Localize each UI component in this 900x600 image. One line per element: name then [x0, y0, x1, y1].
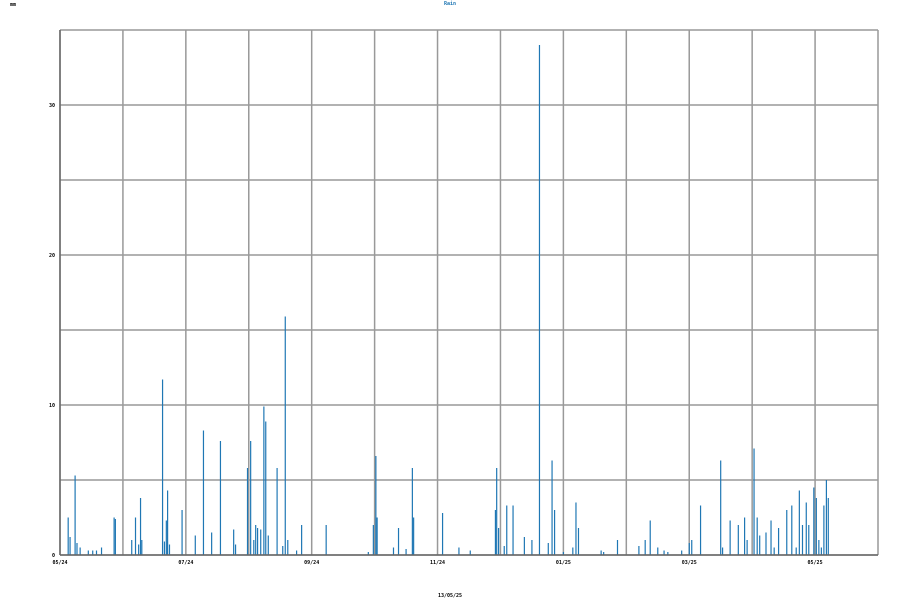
- x-tick-label: 03/25: [682, 560, 697, 566]
- y-tick-label: 0: [52, 553, 55, 559]
- x-tick-label: 05/25: [808, 560, 823, 566]
- y-tick-label: 20: [49, 253, 55, 259]
- y-tick-label: 30: [49, 103, 55, 109]
- x-tick-label: 07/24: [178, 560, 193, 566]
- y-tick-label: 10: [49, 403, 55, 409]
- x-tick-label: 01/25: [556, 560, 571, 566]
- x-tick-label: 05/24: [52, 560, 67, 566]
- y-tick-labels: 0 10 20 30: [49, 103, 55, 559]
- x-tick-label: 09/24: [304, 560, 319, 566]
- x-tick-label: 11/24: [430, 560, 445, 566]
- grid: [59, 29, 879, 556]
- y-axis-label: mm: [10, 2, 16, 8]
- axes: [59, 30, 878, 556]
- x-tick-labels: 05/24 07/24 09/24 11/24 01/25 03/25 05/25: [52, 560, 822, 566]
- x-axis-label: 13/05/25: [438, 593, 462, 599]
- rain-chart: mm Rain 0 10 20 30 05/24 07/24 09/24 11/24 01/2…: [10, 1, 879, 599]
- chart-title: Rain: [444, 1, 456, 7]
- bar-series: [67, 45, 829, 555]
